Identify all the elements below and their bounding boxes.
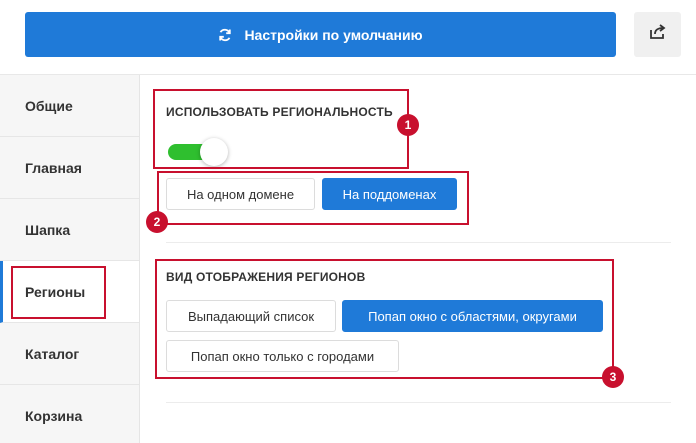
annotation-badge-3: 3 <box>602 366 624 388</box>
section-divider <box>166 242 671 243</box>
sidebar-item-label: Корзина <box>25 407 83 424</box>
sidebar-item-general[interactable]: Общие <box>0 75 139 137</box>
sidebar-item-cart[interactable]: Корзина <box>0 385 139 443</box>
sidebar-item-label: Главная <box>25 159 82 176</box>
sidebar-item-main[interactable]: Главная <box>0 137 139 199</box>
sidebar-item-label: Каталог <box>25 345 80 362</box>
share-button[interactable] <box>634 12 681 57</box>
settings-sidebar: Общие Главная Шапка Регионы Каталог Корз… <box>0 75 140 443</box>
annotation-box-2 <box>157 171 469 225</box>
sidebar-item-header[interactable]: Шапка <box>0 199 139 261</box>
annotation-badge-2: 2 <box>146 211 168 233</box>
refresh-icon <box>218 28 232 42</box>
sidebar-item-catalog[interactable]: Каталог <box>0 323 139 385</box>
reset-defaults-button[interactable]: Настройки по умолчанию <box>25 12 616 57</box>
annotation-box-1 <box>153 89 409 169</box>
annotation-box-regions <box>11 266 106 319</box>
sidebar-item-label: Общие <box>25 97 73 114</box>
section-divider <box>166 402 671 403</box>
sidebar-item-label: Шапка <box>25 221 71 238</box>
share-icon <box>649 24 667 45</box>
annotation-badge-1: 1 <box>397 114 419 136</box>
annotation-box-3 <box>155 259 614 379</box>
reset-defaults-label: Настройки по умолчанию <box>244 26 423 43</box>
